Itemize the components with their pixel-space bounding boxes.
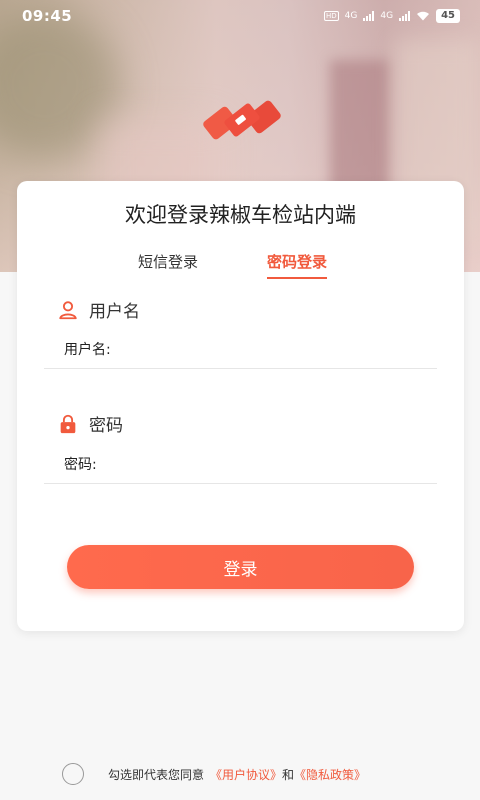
status-time: 09:45	[22, 7, 73, 25]
login-card: 欢迎登录辣椒车检站内端 短信登录 密码登录 用户名 用户名: 密码 密码: 登录	[17, 181, 464, 631]
password-prefix: 密码:	[64, 456, 97, 473]
username-label-text: 用户名	[89, 302, 140, 322]
password-field[interactable]: 密码:	[44, 444, 437, 484]
agreement-row: 勾选即代表您同意 《用户协议》 和 《隐私政策》	[62, 763, 366, 785]
wifi-icon	[417, 11, 430, 21]
net-label-2: 4G	[380, 11, 394, 21]
agreement-text: 勾选即代表您同意	[108, 767, 205, 782]
password-label-text: 密码	[89, 416, 123, 436]
login-button[interactable]: 登录	[67, 545, 414, 589]
status-icons: HD 4G 4G 45	[324, 9, 460, 23]
login-tabs: 短信登录 密码登录	[17, 251, 464, 281]
password-input[interactable]	[100, 455, 437, 472]
tab-sms-login[interactable]: 短信登录	[138, 251, 198, 277]
username-label: 用户名	[57, 297, 140, 322]
net-label-1: 4G	[344, 11, 358, 21]
user-icon	[59, 300, 77, 319]
signal-icon-2	[399, 11, 411, 21]
agreement-and: 和	[282, 767, 295, 782]
hd-icon: HD	[324, 11, 339, 21]
username-prefix: 用户名:	[64, 341, 111, 358]
app-logo-icon	[203, 100, 281, 140]
user-agreement-link[interactable]: 《用户协议》	[210, 766, 282, 783]
username-input[interactable]	[114, 340, 437, 357]
status-bar: 09:45 HD 4G 4G 45	[0, 0, 480, 32]
password-label: 密码	[57, 411, 123, 436]
tab-password-login[interactable]: 密码登录	[267, 251, 328, 279]
agreement-checkbox[interactable]	[62, 763, 84, 785]
battery-icon: 45	[436, 9, 460, 23]
username-field[interactable]: 用户名:	[44, 329, 437, 369]
privacy-policy-link[interactable]: 《隐私政策》	[294, 766, 366, 783]
lock-icon	[60, 414, 76, 433]
page-title: 欢迎登录辣椒车检站内端	[125, 203, 356, 227]
signal-icon	[363, 11, 375, 21]
